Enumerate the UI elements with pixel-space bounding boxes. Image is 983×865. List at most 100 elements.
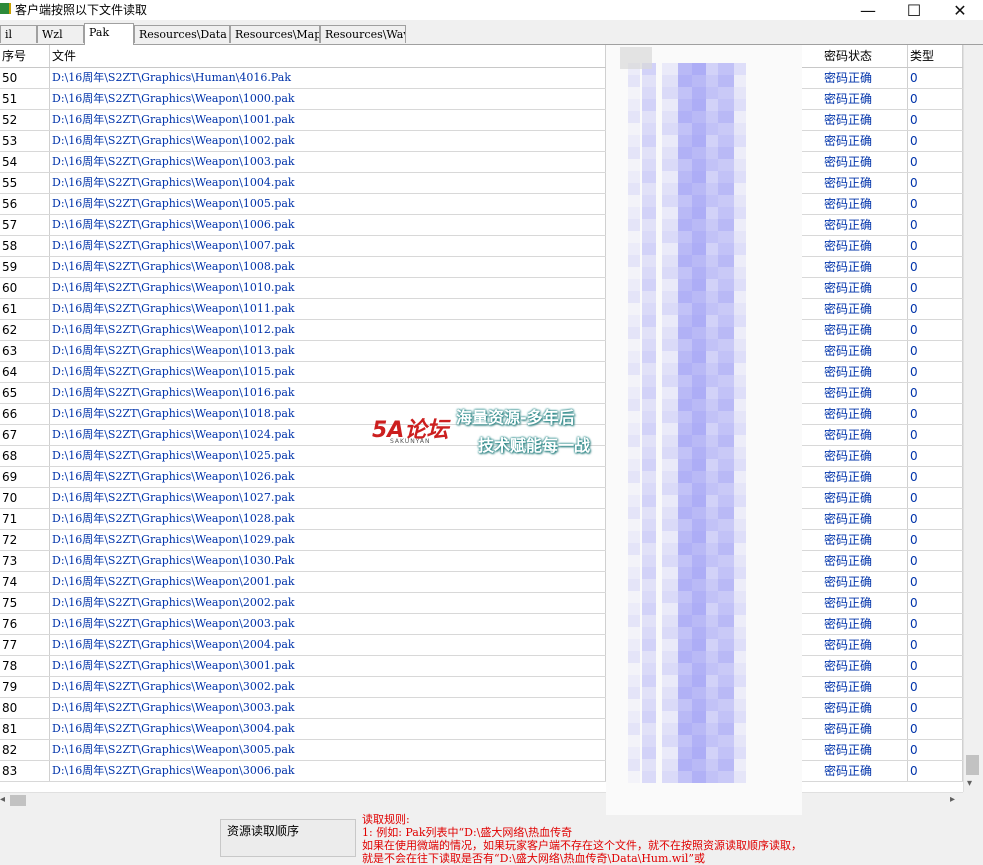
table-row[interactable]: 75 D:\16周年\S2ZT\Graphics\Weapon\2002.pak 密… (0, 593, 963, 614)
table-row[interactable]: 61 D:\16周年\S2ZT\Graphics\Weapon\1011.pak 密… (0, 299, 963, 320)
chevron-down-icon[interactable]: ▾ (967, 778, 972, 789)
row-file-path: D:\16周年\S2ZT\Graphics\Weapon\1029.pak (50, 530, 606, 550)
table-row[interactable]: 62 D:\16周年\S2ZT\Graphics\Weapon\1012.pak 密… (0, 320, 963, 341)
resource-order-label: 资源读取顺序 (227, 824, 300, 838)
table-row[interactable]: 53 D:\16周年\S2ZT\Graphics\Weapon\1002.pak 密… (0, 131, 963, 152)
row-password-status: 密码正确 (822, 509, 908, 529)
table-row[interactable]: 83 D:\16周年\S2ZT\Graphics\Weapon\3006.pak 密… (0, 761, 963, 782)
redaction-block (662, 411, 678, 423)
redaction-block (628, 675, 640, 687)
table-row[interactable]: 60 D:\16周年\S2ZT\Graphics\Weapon\1010.pak 密… (0, 278, 963, 299)
tab-resources-map[interactable]: Resources\Map (230, 25, 320, 43)
chevron-right-icon[interactable]: ▸ (950, 794, 955, 805)
table-row[interactable]: 76 D:\16周年\S2ZT\Graphics\Weapon\2003.pak 密… (0, 614, 963, 635)
redaction-block (678, 255, 692, 267)
row-number: 76 (0, 614, 50, 634)
row-password-status: 密码正确 (822, 89, 908, 109)
table-row[interactable]: 72 D:\16周年\S2ZT\Graphics\Weapon\1029.pak 密… (0, 530, 963, 551)
table-row[interactable]: 51 D:\16周年\S2ZT\Graphics\Weapon\1000.pak 密… (0, 89, 963, 110)
redaction-block (628, 507, 640, 519)
redaction-block (662, 159, 678, 171)
redaction-block (692, 99, 706, 111)
row-password-status: 密码正确 (822, 635, 908, 655)
table-row[interactable]: 58 D:\16周年\S2ZT\Graphics\Weapon\1007.pak 密… (0, 236, 963, 257)
redaction-block (734, 471, 746, 483)
table-row[interactable]: 79 D:\16周年\S2ZT\Graphics\Weapon\3002.pak 密… (0, 677, 963, 698)
redaction-block (692, 651, 706, 663)
redaction-block (678, 315, 692, 327)
row-file-path: D:\16周年\S2ZT\Graphics\Weapon\1003.pak (50, 152, 606, 172)
row-file-path: D:\16周年\S2ZT\Graphics\Weapon\2002.pak (50, 593, 606, 613)
table-row[interactable]: 50 D:\16周年\S2ZT\Graphics\Human\4016.Pak 密码… (0, 68, 963, 89)
rules-line: 如果在使用微端的情况，如果玩家客户端不存在这个文件，就不在按照资源读取顺序读取， (362, 839, 802, 852)
redaction-block (692, 219, 706, 231)
table-row[interactable]: 63 D:\16周年\S2ZT\Graphics\Weapon\1013.pak 密… (0, 341, 963, 362)
redaction-block (678, 591, 692, 603)
vertical-scroll-thumb[interactable] (966, 755, 979, 775)
redaction-block (734, 63, 746, 75)
header-no[interactable]: 序号 (0, 45, 50, 67)
table-row[interactable]: 52 D:\16周年\S2ZT\Graphics\Weapon\1001.pak 密… (0, 110, 963, 131)
table-row[interactable]: 70 D:\16周年\S2ZT\Graphics\Weapon\1027.pak 密… (0, 488, 963, 509)
tab-resources-wav[interactable]: Resources\Wav (320, 25, 406, 43)
redaction-block (678, 555, 692, 567)
redaction-block (642, 567, 656, 579)
maximize-button[interactable]: ☐ (891, 0, 937, 20)
redaction-block (678, 747, 692, 759)
redaction-block (718, 483, 734, 495)
redaction-block (662, 447, 678, 459)
table-row[interactable]: 54 D:\16周年\S2ZT\Graphics\Weapon\1003.pak 密… (0, 152, 963, 173)
redaction-block (678, 243, 692, 255)
table-row[interactable]: 59 D:\16周年\S2ZT\Graphics\Weapon\1008.pak 密… (0, 257, 963, 278)
redaction-block (718, 255, 734, 267)
table-row[interactable]: 56 D:\16周年\S2ZT\Graphics\Weapon\1005.pak 密… (0, 194, 963, 215)
redaction-block (692, 303, 706, 315)
tab-wil[interactable]: il (0, 25, 37, 43)
redaction-block (678, 471, 692, 483)
header-status[interactable]: 密码状态 (822, 45, 908, 67)
row-password-status: 密码正确 (822, 383, 908, 403)
table-row[interactable]: 64 D:\16周年\S2ZT\Graphics\Weapon\1015.pak 密… (0, 362, 963, 383)
redaction-block (692, 411, 706, 423)
table-row[interactable]: 71 D:\16周年\S2ZT\Graphics\Weapon\1028.pak 密… (0, 509, 963, 530)
redaction-block (628, 159, 640, 171)
redaction-block (718, 207, 734, 219)
chevron-left-icon[interactable]: ◂ (0, 794, 5, 805)
redaction-block (706, 243, 718, 255)
redaction-block (628, 231, 640, 243)
header-file[interactable]: 文件 (50, 45, 606, 67)
table-row[interactable]: 55 D:\16周年\S2ZT\Graphics\Weapon\1004.pak 密… (0, 173, 963, 194)
redaction-block (718, 183, 734, 195)
redaction-block (734, 351, 746, 363)
redaction-block (706, 303, 718, 315)
minimize-button[interactable]: — (845, 0, 891, 20)
table-row[interactable]: 80 D:\16周年\S2ZT\Graphics\Weapon\3003.pak 密… (0, 698, 963, 719)
horizontal-scroll-thumb[interactable] (10, 795, 26, 806)
redaction-block (706, 171, 718, 183)
redaction-block (662, 639, 678, 651)
table-row[interactable]: 78 D:\16周年\S2ZT\Graphics\Weapon\3001.pak 密… (0, 656, 963, 677)
header-type[interactable]: 类型 (908, 45, 963, 67)
table-row[interactable]: 57 D:\16周年\S2ZT\Graphics\Weapon\1006.pak 密… (0, 215, 963, 236)
redaction-block (642, 327, 656, 339)
table-row[interactable]: 77 D:\16周年\S2ZT\Graphics\Weapon\2004.pak 密… (0, 635, 963, 656)
table-row[interactable]: 73 D:\16周年\S2ZT\Graphics\Weapon\1030.Pak 密… (0, 551, 963, 572)
tab-resources-data[interactable]: Resources\Data (134, 25, 230, 43)
tab-pak[interactable]: Pak (84, 23, 134, 45)
table-row[interactable]: 82 D:\16周年\S2ZT\Graphics\Weapon\3005.pak 密… (0, 740, 963, 761)
redaction-block (642, 195, 656, 207)
horizontal-scrollbar[interactable]: ◂ ▸ (0, 792, 963, 808)
row-password-status: 密码正确 (822, 194, 908, 214)
row-type: 0 (908, 656, 963, 676)
table-row[interactable]: 74 D:\16周年\S2ZT\Graphics\Weapon\2001.pak 密… (0, 572, 963, 593)
resource-order-box[interactable]: 资源读取顺序 (220, 819, 356, 857)
table-row[interactable]: 69 D:\16周年\S2ZT\Graphics\Weapon\1026.pak 密… (0, 467, 963, 488)
watermark-line-1: 海量资源-多年后 (456, 408, 575, 427)
close-button[interactable]: ✕ (937, 0, 983, 20)
redaction-block (678, 231, 692, 243)
table-row[interactable]: 81 D:\16周年\S2ZT\Graphics\Weapon\3004.pak 密… (0, 719, 963, 740)
vertical-scrollbar[interactable]: ▾ (963, 45, 981, 792)
tab-wzl[interactable]: Wzl (37, 25, 84, 43)
redaction-block (718, 387, 734, 399)
redaction-block (628, 375, 640, 387)
